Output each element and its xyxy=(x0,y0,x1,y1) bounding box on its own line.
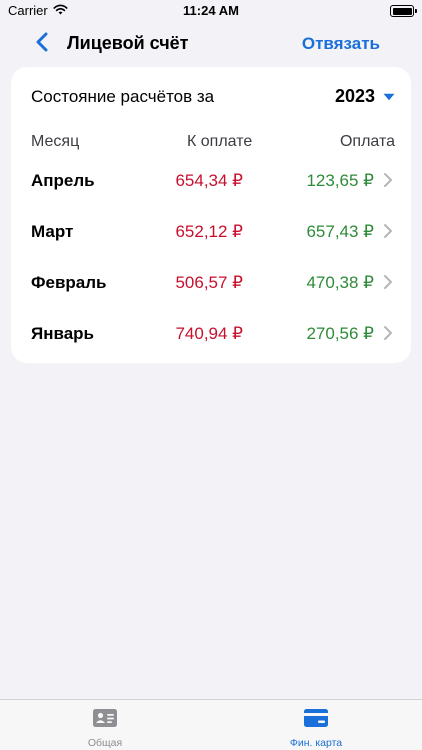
period-label: Состояние расчётов за xyxy=(31,87,215,106)
row-paid-amount: 657,43 ₽ xyxy=(306,222,374,241)
contact-card-icon xyxy=(92,708,118,733)
column-header-month: Месяц xyxy=(31,133,80,150)
year-value: 2023 xyxy=(334,86,375,106)
row-due-amount: 506,57 ₽ xyxy=(175,273,243,292)
row-due-amount: 740,94 ₽ xyxy=(175,324,243,343)
page-title: Лицевой счёт xyxy=(67,33,189,53)
month-row[interactable]: Февраль 506,57 ₽ 470,38 ₽ xyxy=(11,262,411,302)
screen: Carrier 11:24 AM Лицевой счёт Отвязать С… xyxy=(0,0,422,750)
month-row[interactable]: Апрель 654,34 ₽ 123,65 ₽ xyxy=(11,160,411,200)
unlink-button[interactable]: Отвязать xyxy=(302,34,380,54)
tab-general[interactable]: Общая xyxy=(45,708,165,749)
chevron-right-icon xyxy=(384,275,392,289)
column-header-due: К оплате xyxy=(187,133,253,150)
chevron-right-icon xyxy=(384,326,392,340)
column-header-paid: Оплата xyxy=(339,133,395,150)
chevron-right-icon xyxy=(384,173,392,187)
row-paid-amount: 470,38 ₽ xyxy=(306,273,374,292)
status-clock: 11:24 AM xyxy=(183,3,239,18)
row-paid-amount: 270,56 ₽ xyxy=(306,324,374,343)
battery-icon xyxy=(390,5,417,17)
back-button[interactable] xyxy=(30,31,54,57)
status-bar: Carrier 11:24 AM xyxy=(0,0,422,24)
chevron-right-icon xyxy=(384,224,392,238)
row-month: Март xyxy=(31,222,74,241)
credit-card-icon xyxy=(303,708,329,733)
tab-bar: Общая Фин. карта xyxy=(0,699,422,750)
row-month: Февраль xyxy=(31,273,107,292)
year-selector[interactable]: 2023 xyxy=(335,86,395,107)
tab-financial-card[interactable]: Фин. карта xyxy=(256,708,376,749)
column-headers: Месяц К оплате Оплата xyxy=(31,133,395,153)
card-header: Состояние расчётов за 2023 xyxy=(31,86,395,109)
battery-level xyxy=(392,7,412,15)
caret-down-icon xyxy=(383,88,395,106)
settlement-card: Состояние расчётов за 2023 Месяц К оплат… xyxy=(11,67,411,363)
navigation-bar: Лицевой счёт Отвязать xyxy=(0,24,422,64)
row-month: Январь xyxy=(31,324,95,343)
tab-general-label: Общая xyxy=(87,737,123,749)
row-month: Апрель xyxy=(31,171,95,190)
chevron-left-icon xyxy=(36,32,48,57)
row-due-amount: 652,12 ₽ xyxy=(175,222,243,241)
row-due-amount: 654,34 ₽ xyxy=(175,171,243,190)
month-row[interactable]: Март 652,12 ₽ 657,43 ₽ xyxy=(11,211,411,251)
tab-financial-card-label: Фин. карта xyxy=(289,737,343,749)
row-paid-amount: 123,65 ₽ xyxy=(306,171,374,190)
month-row[interactable]: Январь 740,94 ₽ 270,56 ₽ xyxy=(11,313,411,353)
